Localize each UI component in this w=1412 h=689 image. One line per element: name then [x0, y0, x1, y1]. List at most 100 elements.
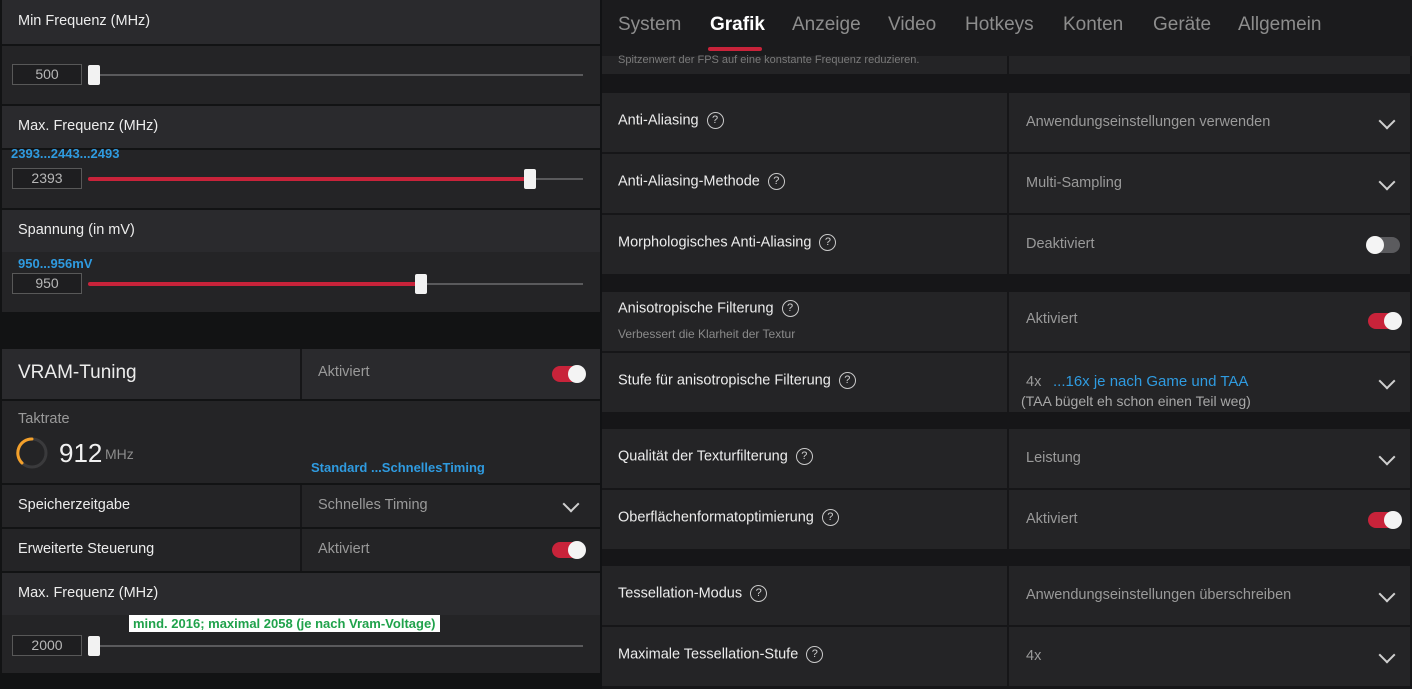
voltage-row: 950...956mV 950 [2, 252, 600, 312]
min-freq-row: 500 [2, 46, 600, 104]
max-tessellation-level-label: Maximale Tessellation-Stufe [618, 646, 799, 663]
anisotropic-filtering-toggle[interactable] [1368, 312, 1402, 330]
memory-timing-value[interactable]: Schnelles Timing [318, 497, 428, 513]
memory-timing-divider [300, 485, 302, 527]
setting-morphological-aa: Morphologisches Anti-Aliasing? Deaktivie… [602, 215, 1410, 274]
max-freq-input[interactable]: 2393 [12, 168, 82, 189]
setting-anisotropic-level[interactable]: Stufe für anisotropische Filterung? 4x .… [602, 353, 1410, 412]
setting-surface-format-optimization: Oberflächenformatoptimierung? Aktiviert [602, 490, 1410, 549]
texture-filter-quality-label: Qualität der Texturfilterung [618, 448, 788, 465]
help-icon[interactable]: ? [781, 300, 799, 317]
help-icon[interactable]: ? [750, 585, 768, 602]
vram-max-freq-slider-track[interactable] [92, 645, 583, 647]
tessellation-mode-value[interactable]: Anwendungseinstellungen überschreiben [1026, 587, 1291, 603]
setting-max-tessellation-level[interactable]: Maximale Tessellation-Stufe? 4x [602, 627, 1410, 686]
anti-aliasing-label: Anti-Aliasing [618, 112, 699, 129]
gpu-tuning-panel: Min Frequenz (MHz) 500 Max. Frequenz (MH… [0, 0, 600, 689]
advanced-control-status: Aktiviert [318, 541, 370, 557]
help-icon[interactable]: ? [795, 448, 813, 465]
texture-filter-quality-value[interactable]: Leistung [1026, 450, 1081, 466]
chevron-down-icon[interactable] [1378, 372, 1396, 390]
clock-gauge-icon [16, 437, 48, 469]
chevron-down-icon[interactable] [1378, 448, 1396, 466]
voltage-header: Spannung (in mV) [2, 210, 600, 252]
anisotropic-filtering-sublabel: Verbessert die Klarheit der Textur [618, 327, 796, 341]
help-icon[interactable]: ? [806, 646, 824, 663]
surface-format-optimization-label: Oberflächenformatoptimierung [618, 509, 814, 526]
tab-video[interactable]: Video [888, 14, 936, 36]
min-freq-slider-track[interactable] [92, 74, 583, 76]
vram-max-freq-input[interactable]: 2000 [12, 635, 82, 656]
tessellation-mode-label: Tessellation-Modus [618, 585, 743, 602]
max-tessellation-level-value[interactable]: 4x [1026, 648, 1041, 664]
memory-timing-label: Speicherzeitgabe [18, 497, 131, 513]
help-icon[interactable]: ? [819, 234, 837, 251]
morphological-aa-label: Morphologisches Anti-Aliasing [618, 234, 812, 251]
fps-limit-description: Spitzenwert der FPS auf eine konstante F… [618, 54, 920, 66]
chevron-down-icon[interactable] [1378, 646, 1396, 664]
setting-texture-filter-quality[interactable]: Qualität der Texturfilterung? Leistung [602, 429, 1410, 488]
surface-format-optimization-status: Aktiviert [1026, 511, 1078, 527]
max-freq-row: 2393...2443...2493 2393 [2, 146, 600, 208]
tab-system[interactable]: System [618, 14, 681, 36]
vram-max-freq-label: Max. Frequenz (MHz) [18, 585, 159, 601]
min-freq-slider-thumb[interactable] [88, 65, 100, 85]
anti-aliasing-method-value[interactable]: Multi-Sampling [1026, 175, 1122, 191]
voltage-input[interactable]: 950 [12, 273, 82, 294]
setting-tessellation-mode[interactable]: Tessellation-Modus? Anwendungseinstellun… [602, 566, 1410, 625]
tab-geraete[interactable]: Geräte [1153, 14, 1211, 36]
vram-tuning-header: VRAM-Tuning Aktiviert [2, 349, 600, 399]
anti-aliasing-value[interactable]: Anwendungseinstellungen verwenden [1026, 114, 1270, 130]
min-freq-input[interactable]: 500 [12, 64, 82, 85]
chevron-down-icon[interactable] [1378, 585, 1396, 603]
vram-max-freq-row: mind. 2016; maximal 2058 (je nach Vram-V… [2, 615, 600, 673]
tab-hotkeys[interactable]: Hotkeys [965, 14, 1034, 36]
settings-tab-bar: System Grafik Anzeige Video Hotkeys Kont… [602, 0, 1412, 56]
anisotropic-filtering-status: Aktiviert [1026, 311, 1078, 327]
memory-timing-row[interactable]: Speicherzeitgabe Schnelles Timing [2, 485, 600, 527]
voltage-slider-thumb[interactable] [415, 274, 427, 294]
advanced-control-divider [300, 529, 302, 571]
help-icon[interactable]: ? [821, 509, 839, 526]
voltage-annotation: 950...956mV [18, 256, 93, 271]
anti-aliasing-method-label: Anti-Aliasing-Methode [618, 173, 760, 190]
setting-anti-aliasing[interactable]: Anti-Aliasing? Anwendungseinstellungen v… [602, 93, 1410, 152]
tab-anzeige[interactable]: Anzeige [792, 14, 861, 36]
vram-tuning-toggle[interactable] [552, 365, 586, 383]
advanced-control-toggle[interactable] [552, 541, 586, 559]
max-freq-header: Max. Frequenz (MHz) [2, 106, 600, 148]
min-freq-header: Min Frequenz (MHz) [2, 0, 600, 44]
tab-konten[interactable]: Konten [1063, 14, 1123, 36]
graphics-settings-panel: System Grafik Anzeige Video Hotkeys Kont… [602, 0, 1412, 689]
min-freq-label: Min Frequenz (MHz) [18, 13, 151, 29]
vram-header-divider [300, 349, 302, 399]
vram-max-freq-slider-thumb[interactable] [88, 636, 100, 656]
vram-timing-annotation: Standard ...SchnellesTiming [311, 460, 485, 475]
vram-clock-label: Taktrate [18, 411, 70, 427]
max-freq-slider-fill [88, 177, 530, 181]
tab-allgemein[interactable]: Allgemein [1238, 14, 1321, 36]
setting-anti-aliasing-method[interactable]: Anti-Aliasing-Methode? Multi-Sampling [602, 154, 1410, 213]
max-freq-label: Max. Frequenz (MHz) [18, 118, 159, 134]
active-tab-indicator [708, 47, 762, 51]
vram-clock-row: Taktrate 912 MHz Standard ...SchnellesTi… [2, 401, 600, 483]
anisotropic-level-value[interactable]: 4x [1026, 374, 1041, 390]
vram-clock-unit: MHz [105, 446, 134, 462]
chevron-down-icon[interactable] [562, 495, 580, 513]
chevron-down-icon[interactable] [1378, 173, 1396, 191]
help-icon[interactable]: ? [838, 372, 856, 389]
max-freq-slider-thumb[interactable] [524, 169, 536, 189]
anisotropic-level-note: (TAA bügelt eh schon einen Teil weg) [1021, 393, 1251, 409]
tab-grafik[interactable]: Grafik [710, 14, 765, 36]
voltage-slider-fill [88, 282, 418, 286]
help-icon[interactable]: ? [767, 173, 785, 190]
setting-anisotropic-filtering: Anisotropische Filterung? Verbessert die… [602, 292, 1410, 351]
vram-tuning-title: VRAM-Tuning [18, 362, 137, 383]
vram-max-freq-annotation: mind. 2016; maximal 2058 (je nach Vram-V… [129, 615, 440, 632]
advanced-control-row: Erweiterte Steuerung Aktiviert [2, 529, 600, 571]
help-icon[interactable]: ? [706, 112, 724, 129]
morphological-aa-toggle[interactable] [1366, 236, 1400, 254]
voltage-label: Spannung (in mV) [18, 222, 135, 238]
surface-format-optimization-toggle[interactable] [1368, 511, 1402, 529]
chevron-down-icon[interactable] [1378, 112, 1396, 130]
